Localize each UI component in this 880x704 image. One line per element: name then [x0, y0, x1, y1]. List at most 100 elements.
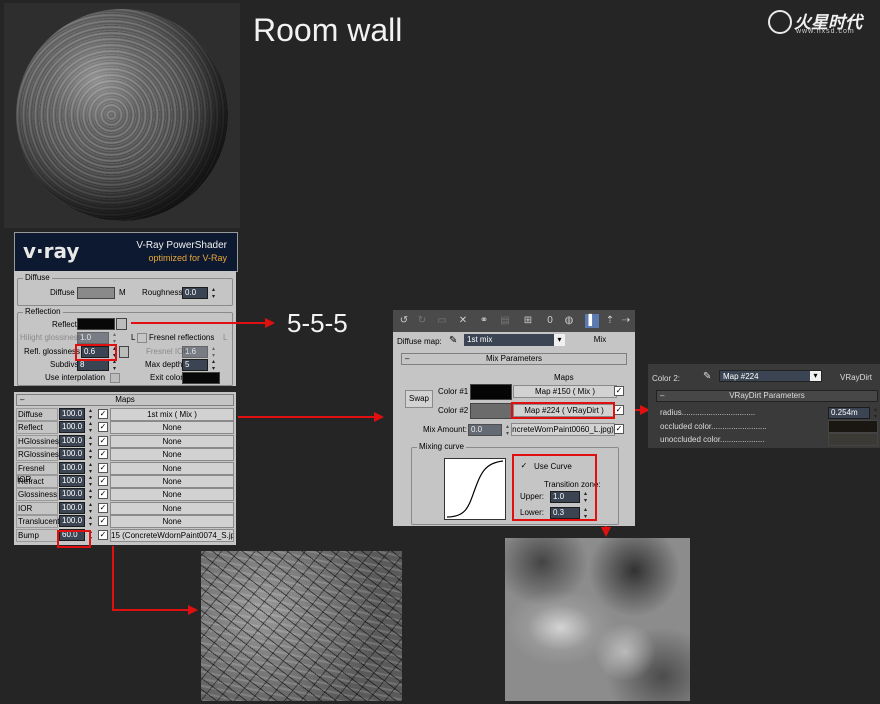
occluded-color-swatch[interactable]	[828, 420, 878, 433]
go-forward-sibling-icon[interactable]: ⇢	[619, 314, 633, 328]
map-row-enable-checkbox[interactable]: ✓	[98, 409, 108, 419]
eyedropper-icon[interactable]: ✎	[703, 371, 711, 382]
unoccluded-color-swatch[interactable]	[828, 433, 878, 446]
eyedropper-icon[interactable]: ✎	[449, 335, 457, 346]
exit-color-swatch[interactable]	[182, 372, 220, 384]
map-row-label: Diffuse	[16, 408, 58, 421]
collapse-icon[interactable]: –	[660, 391, 664, 401]
map-row-map-button[interactable]: 15 (ConcreteWdornPaint0074_S.jpg)	[110, 528, 234, 542]
diffuse-map-button[interactable]: M	[119, 288, 126, 297]
dirt-map-name-dropdown[interactable]: Map #224 ▾	[719, 370, 822, 382]
exit-color-label: Exit color	[150, 373, 183, 382]
reflect-color-swatch[interactable]	[77, 318, 115, 330]
show-map-in-viewport-icon[interactable]: ◍	[562, 314, 576, 328]
map-row-enable-checkbox[interactable]: ✓	[98, 489, 108, 500]
color1-map-checkbox[interactable]: ✓	[614, 386, 624, 396]
dirt-params-header[interactable]: – VRayDirt Parameters	[656, 390, 878, 402]
map-row-map-button[interactable]: 1st mix ( Mix )	[110, 408, 234, 421]
map-row-map-button[interactable]: None	[110, 461, 234, 475]
assign-material-icon[interactable]: ▭	[435, 314, 449, 328]
map-row-name: Refract	[18, 477, 44, 486]
map-row-amount-spinner[interactable]: 100.0	[59, 407, 93, 421]
maps-column-label: Maps	[554, 373, 574, 382]
put-to-library-icon[interactable]: ▤	[498, 314, 512, 328]
map-row-enable-checkbox[interactable]: ✓	[98, 435, 108, 446]
reset-map-icon[interactable]: ✕	[456, 314, 470, 328]
material-channel-icon[interactable]: 0	[543, 314, 557, 328]
map-row-enable-checkbox[interactable]: ✓	[98, 529, 108, 540]
go-to-parent-icon[interactable]: ⇡	[603, 314, 617, 328]
mixing-curve-line	[446, 460, 504, 518]
diffuse-arrow-head	[374, 412, 384, 422]
reflect-value-annotation: 5-5-5	[287, 308, 348, 338]
color2-map-checkbox[interactable]: ✓	[614, 405, 624, 415]
max-depth-spinner[interactable]: 5	[182, 358, 216, 372]
radius-spinner[interactable]: 0.254m	[828, 406, 878, 420]
color1-swatch[interactable]	[470, 384, 512, 400]
collapse-icon[interactable]: –	[405, 354, 409, 364]
put-to-scene-icon[interactable]: ↻	[415, 314, 429, 328]
map-row-amount-spinner[interactable]: 100.0	[59, 434, 93, 448]
fresnel-checkbox[interactable]	[137, 333, 147, 343]
map-row-enable-checkbox[interactable]: ✓	[98, 476, 108, 486]
color2-swatch[interactable]	[470, 403, 512, 419]
map-row-map-button[interactable]: None	[110, 421, 234, 435]
dirt-map-type-button[interactable]: VRayDirt	[840, 373, 872, 382]
map-row-map-button[interactable]: None	[110, 488, 234, 502]
color2-label: Color #2	[438, 406, 469, 415]
roughness-spinner[interactable]: 0.0	[182, 286, 216, 300]
map-row-enable-checkbox[interactable]: ✓	[98, 449, 108, 460]
get-material-icon[interactable]: ↺	[397, 314, 411, 328]
diffuse-group: Diffuse Diffuse M Roughness 0.0	[17, 273, 233, 306]
maps-rollout-title: Maps	[115, 395, 135, 404]
map-row-amount-spinner[interactable]: 100.0	[59, 420, 93, 434]
map-row-enable-checkbox[interactable]: ✓	[98, 422, 108, 433]
swap-button[interactable]: Swap	[405, 390, 433, 408]
map-row-amount-spinner[interactable]: 100.0	[59, 487, 93, 501]
map-row-map-button[interactable]: None	[110, 434, 234, 448]
mix-params-header[interactable]: – Mix Parameters	[401, 353, 627, 365]
map-row-label: IOR	[16, 501, 58, 515]
reflect-arrow-head	[265, 318, 275, 328]
fresnel-l-label[interactable]: L	[223, 333, 227, 342]
diffuse-group-title: Diffuse	[23, 273, 52, 282]
map-row-label: Glossiness	[16, 488, 58, 502]
map-row-amount-spinner[interactable]: 100.0	[59, 514, 93, 528]
map-row-map-button[interactable]: None	[110, 448, 234, 462]
color1-map-button[interactable]: Map #150 ( Mix )	[513, 385, 617, 398]
refl-glossiness-map-button[interactable]	[119, 346, 129, 358]
material-id-icon[interactable]: ⊞	[521, 314, 535, 328]
map-row-enable-checkbox[interactable]: ✓	[98, 462, 108, 473]
mix-amount-label: Mix Amount:	[423, 425, 468, 434]
map-row-map-button[interactable]: None	[110, 515, 234, 529]
hilight-glossiness-spinner[interactable]: 1.0	[77, 331, 117, 345]
collapse-icon[interactable]: –	[20, 395, 24, 405]
reflection-group-title: Reflection	[23, 307, 63, 316]
map-name-value: 1st mix	[467, 335, 493, 344]
map-row-enable-checkbox[interactable]: ✓	[98, 516, 108, 527]
make-unique-icon[interactable]: ⚭	[477, 314, 491, 328]
map-type-button[interactable]: Mix	[571, 334, 629, 345]
map-row-name: Translucent	[18, 517, 60, 527]
map-row: RGlossiness100.0 ✓None	[14, 447, 236, 462]
show-end-result-icon[interactable]: ▌	[585, 314, 599, 328]
use-interpolation-checkbox[interactable]	[110, 373, 120, 383]
color1-label: Color #1	[438, 387, 469, 396]
diffuse-color-swatch[interactable]	[77, 287, 115, 299]
mix-amount-map-button[interactable]: ncreteWornPaint0060_L.jpg)	[511, 423, 615, 436]
map-row-enable-checkbox[interactable]: ✓	[98, 502, 108, 513]
mix-amount-spinner[interactable]: 0.0	[468, 423, 510, 437]
map-name-dropdown[interactable]: 1st mix ▾	[464, 334, 565, 346]
map-row-amount-spinner[interactable]: 100.0	[59, 474, 93, 488]
map-row-amount-spinner[interactable]: 100.0	[59, 501, 93, 515]
reflect-map-button[interactable]	[116, 318, 127, 330]
hilight-lock-label[interactable]: L	[131, 333, 135, 342]
map-row-map-button[interactable]: None	[110, 475, 234, 488]
fresnel-ior-spinner[interactable]: 1.6	[182, 345, 216, 359]
map-row-amount-spinner[interactable]: 100.0	[59, 461, 93, 475]
map-row-map-button[interactable]: None	[110, 501, 234, 515]
map-row-amount-spinner[interactable]: 100.0	[59, 447, 93, 461]
chevron-down-icon: ▾	[810, 371, 821, 381]
mix-amount-map-checkbox[interactable]: ✓	[614, 424, 624, 434]
maps-rollout-header[interactable]: – Maps	[16, 394, 234, 406]
